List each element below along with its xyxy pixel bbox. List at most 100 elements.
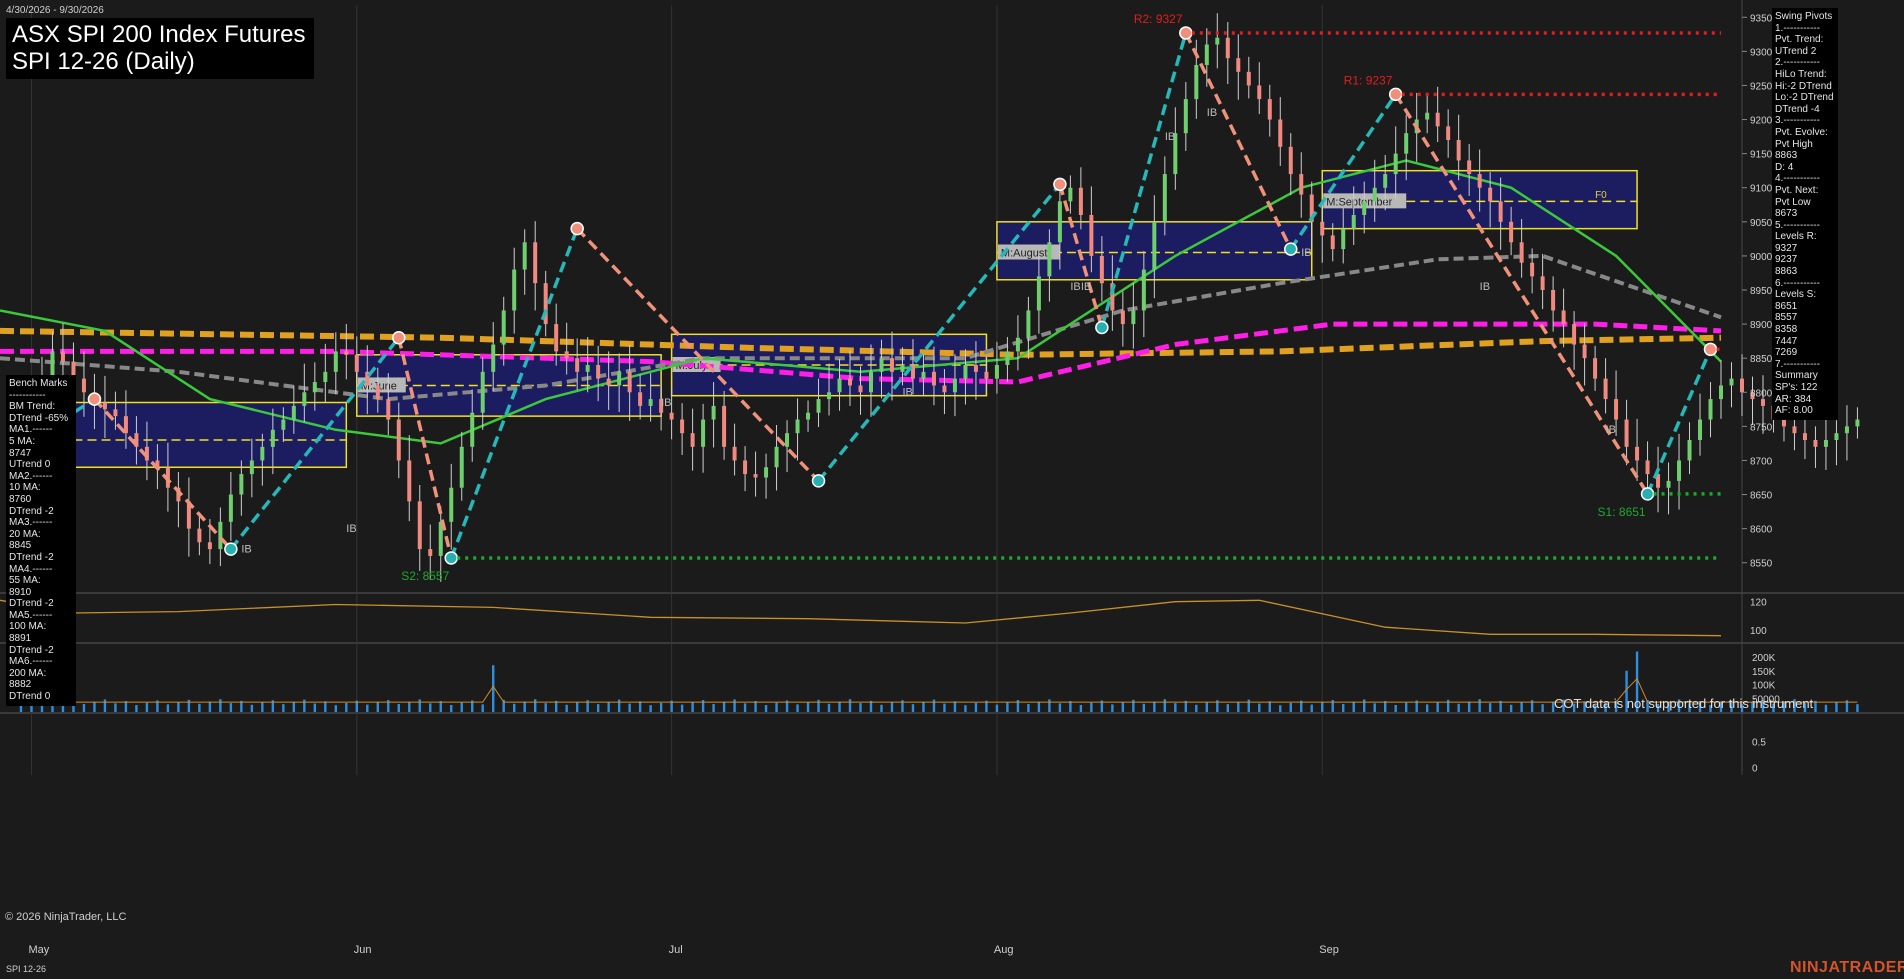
candle-body: [1729, 378, 1734, 386]
candle-body: [1698, 419, 1703, 440]
swing-pivots-panel: Swing Pivots 1.----------- Pvt. Trend: UTre…: [1772, 8, 1838, 420]
candle-body: [1288, 146, 1293, 175]
bench-marks-line: 8760: [9, 493, 32, 505]
support-label: S2: 8557: [401, 569, 449, 583]
candle-body: [1404, 133, 1409, 154]
candle-body: [743, 460, 748, 475]
candle-body: [973, 365, 978, 372]
y-tick-label: 9300: [1750, 47, 1773, 58]
ib-label: IB: [1207, 107, 1217, 119]
candle-body: [1278, 119, 1283, 147]
copyright: © 2026 NinjaTrader, LLC: [5, 911, 127, 923]
bench-marks-line: 55 MA:: [9, 575, 41, 587]
bench-marks-line: BM Trend:: [9, 401, 56, 413]
swing-point: [811, 474, 826, 488]
candle-body: [1131, 310, 1136, 325]
candle-body: [1488, 187, 1493, 202]
oscillator-line: [0, 599, 1722, 637]
candle-body: [407, 460, 412, 502]
swing-pivots-line: 8557: [1775, 312, 1798, 324]
candle-body: [1341, 228, 1346, 250]
candle-body: [889, 358, 894, 372]
swing-point: [444, 551, 458, 565]
candle-body: [1026, 310, 1031, 338]
cot-notice: COT data is not supported for this instr…: [1554, 696, 1814, 711]
candle-body: [249, 460, 254, 475]
candle-body: [1823, 440, 1828, 447]
candle-body: [1099, 255, 1104, 284]
resistance-label: R2: 9327: [1134, 12, 1183, 26]
osc-tick-label: 120: [1750, 598, 1767, 609]
candle-body: [732, 446, 737, 461]
candle-body: [302, 392, 307, 406]
swing-pivots-line: AF: 8.00: [1775, 405, 1813, 417]
candle-body: [501, 310, 506, 345]
candle-body: [459, 446, 464, 488]
candle-body: [1204, 44, 1209, 65]
chart-title-box: ASX SPI 200 Index Futures SPI 12-26 (Dai…: [6, 18, 314, 79]
lower-tick-label: 0: [1752, 763, 1758, 774]
swing-pivots-line: Levels R:: [1775, 231, 1817, 243]
candle-body: [764, 467, 769, 478]
ib-label: IB: [1081, 281, 1091, 293]
candle-body: [1435, 112, 1440, 127]
swing-point: [570, 221, 584, 236]
price-chart[interactable]: MayJunJulAugSepM:MayM:JuneM:JulyM:August…: [0, 0, 1904, 979]
y-tick-label: 9150: [1750, 150, 1773, 161]
candle-body: [1561, 310, 1566, 325]
bench-marks-line: 100 MA:: [9, 621, 47, 633]
bench-marks-line: DTrend -2: [9, 551, 54, 563]
candle-body: [816, 399, 821, 413]
swing-pivots-line: 1.-----------: [1775, 22, 1820, 34]
candle-body: [522, 242, 527, 270]
candle-body: [564, 351, 569, 359]
candle-body: [701, 419, 706, 447]
candle-body: [1802, 433, 1807, 440]
candle-body: [1057, 201, 1062, 243]
candle-body: [858, 385, 863, 393]
candle-body: [81, 378, 86, 393]
candle-body: [795, 419, 800, 434]
candle-body: [879, 358, 884, 372]
swing-pivots-line: Hi:-2 DTrend: [1775, 80, 1832, 92]
chart-title: ASX SPI 200 Index Futures: [12, 21, 306, 48]
candle-body: [417, 501, 422, 550]
candle-body: [774, 446, 779, 468]
candle-body: [1362, 201, 1367, 215]
ib-label: IB: [1165, 131, 1175, 143]
candle-body: [312, 382, 317, 393]
candle-body: [1120, 310, 1125, 325]
candle-body: [1257, 85, 1262, 100]
x-tick-label: Aug: [994, 944, 1014, 956]
candle-body: [1068, 187, 1073, 202]
bench-marks-line: 10 MA:: [9, 482, 41, 494]
swing-pivots-line: Pvt Low: [1775, 196, 1811, 208]
candle-body: [1456, 140, 1461, 161]
swing-pivots-line: Pvt. Next:: [1775, 184, 1819, 196]
candle-body: [648, 399, 653, 406]
candle-body: [1036, 276, 1041, 311]
candle-body: [1624, 419, 1629, 447]
bench-marks-line: 8910: [9, 586, 32, 598]
candle-body: [1551, 290, 1556, 311]
y-tick-label: 9100: [1750, 184, 1773, 195]
candle-body: [1781, 419, 1786, 427]
candle-body: [1351, 215, 1356, 229]
candle-body: [396, 419, 401, 461]
y-tick-label: 8700: [1750, 456, 1773, 467]
candle-body: [1572, 324, 1577, 345]
candle-body: [1299, 174, 1304, 195]
candle-body: [1645, 460, 1650, 475]
candle-body: [197, 528, 202, 543]
candle-body: [963, 365, 968, 379]
chart-subtitle: SPI 12-26 (Daily): [12, 48, 195, 75]
candle-body: [1582, 344, 1587, 359]
y-tick-label: 9350: [1750, 13, 1773, 24]
candle-body: [1047, 242, 1052, 277]
y-tick-label: 9250: [1750, 81, 1773, 92]
swing-pivots-line: 9237: [1775, 254, 1798, 266]
candle-body: [102, 402, 107, 410]
candle-body: [984, 371, 989, 379]
candle-body: [1477, 174, 1482, 188]
candle-body: [1467, 160, 1472, 175]
